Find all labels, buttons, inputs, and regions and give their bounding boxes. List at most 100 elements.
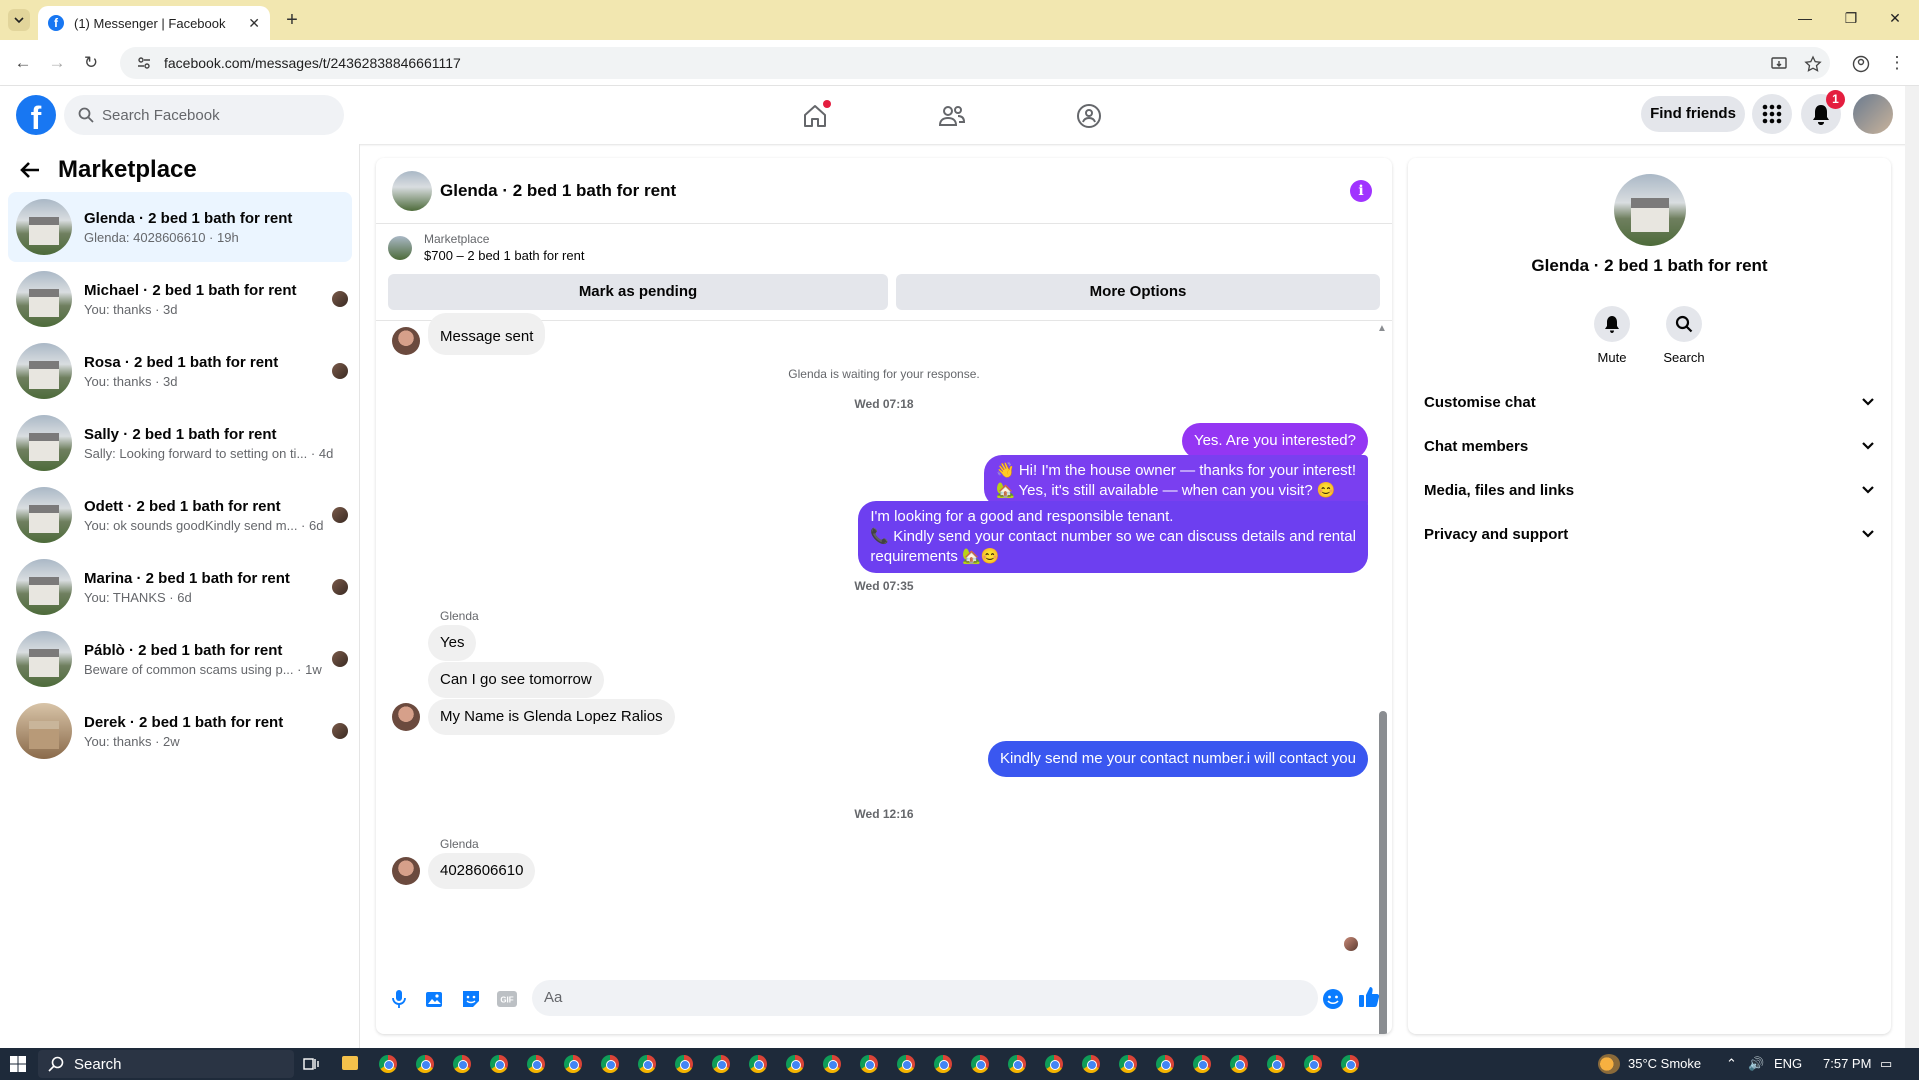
back-button[interactable]: ← <box>12 52 34 74</box>
chrome-icon[interactable] <box>897 1055 915 1073</box>
close-tab-icon[interactable]: ✕ <box>248 15 260 32</box>
new-tab-button[interactable]: + <box>281 9 303 31</box>
media-files-links-section[interactable]: Media, files and links <box>1424 468 1875 512</box>
sticker-icon[interactable] <box>460 988 482 1010</box>
account-avatar[interactable] <box>1853 94 1893 134</box>
conversation-item[interactable]: Odett · 2 bed 1 bath for rent You: ok sou… <box>8 480 352 550</box>
conversation-item[interactable]: Glenda · 2 bed 1 bath for rent Glenda: 40… <box>8 192 352 262</box>
browser-tab[interactable]: f (1) Messenger | Facebook ✕ <box>38 6 270 40</box>
chrome-icon[interactable] <box>601 1055 619 1073</box>
url-bar[interactable]: facebook.com/messages/t/2436283884666111… <box>120 47 1830 79</box>
find-friends-button[interactable]: Find friends <box>1641 96 1745 132</box>
menu-grid-button[interactable] <box>1752 94 1792 134</box>
weather-icon[interactable] <box>1598 1054 1620 1074</box>
taskbar-search[interactable]: Search <box>38 1050 294 1078</box>
scroll-up-arrow[interactable]: ▲ <box>1377 323 1387 334</box>
chrome-icon[interactable] <box>1304 1055 1322 1073</box>
chrome-icon[interactable] <box>860 1055 878 1073</box>
chrome-icon[interactable] <box>379 1055 397 1073</box>
tab-list-button[interactable] <box>8 9 30 31</box>
page-scrollbar[interactable] <box>1905 86 1919 1048</box>
minimize-button[interactable]: — <box>1790 10 1820 30</box>
conversation-item[interactable]: Michael · 2 bed 1 bath for rent You: than… <box>8 264 352 334</box>
tray-chevron-icon[interactable]: ⌃ <box>1726 1056 1737 1072</box>
conversation-item[interactable]: Derek · 2 bed 1 bath for rent You: thanks… <box>8 696 352 766</box>
chrome-icon[interactable] <box>1082 1055 1100 1073</box>
friends-nav-icon[interactable] <box>932 96 972 136</box>
glenda-avatar[interactable] <box>392 703 420 731</box>
windows-start-icon[interactable] <box>10 1056 26 1072</box>
chat-title[interactable]: Glenda · 2 bed 1 bath for rent <box>440 181 676 201</box>
chrome-icon[interactable] <box>1341 1055 1359 1073</box>
chrome-icon[interactable] <box>564 1055 582 1073</box>
facebook-logo-icon[interactable]: f <box>16 95 56 135</box>
chrome-icon[interactable] <box>416 1055 434 1073</box>
chrome-icon[interactable] <box>1045 1055 1063 1073</box>
task-view-icon[interactable] <box>303 1056 319 1072</box>
chrome-icon[interactable] <box>786 1055 804 1073</box>
glenda-avatar[interactable] <box>392 327 420 355</box>
home-nav-icon[interactable] <box>795 96 835 136</box>
site-info-icon[interactable] <box>136 55 152 71</box>
like-thumbs-up-icon[interactable] <box>1358 986 1380 1008</box>
gif-icon[interactable]: GIF <box>496 988 518 1010</box>
chrome-icon[interactable] <box>971 1055 989 1073</box>
emoji-icon[interactable] <box>1322 988 1344 1010</box>
chrome-icon[interactable] <box>1267 1055 1285 1073</box>
groups-nav-icon[interactable] <box>1069 96 1109 136</box>
back-arrow-icon[interactable] <box>20 161 40 179</box>
microphone-icon[interactable] <box>388 988 410 1010</box>
chrome-icon[interactable] <box>749 1055 767 1073</box>
bookmark-star-icon[interactable] <box>1804 55 1822 73</box>
chrome-icon[interactable] <box>490 1055 508 1073</box>
browser-menu-icon[interactable]: ⋮ <box>1886 52 1908 74</box>
conversation-name: Michael · 2 bed 1 bath for rent <box>84 281 297 299</box>
message-line: 🏡 Yes, it's still available — when can y… <box>995 482 1336 499</box>
facebook-search-input[interactable]: Search Facebook <box>64 95 344 135</box>
glenda-avatar[interactable] <box>392 857 420 885</box>
photo-icon[interactable] <box>424 988 446 1010</box>
profile-icon[interactable] <box>1852 55 1870 73</box>
conversation-item[interactable]: Sally · 2 bed 1 bath for rent Sally: Look… <box>8 408 352 478</box>
chrome-icon[interactable] <box>1156 1055 1174 1073</box>
chrome-icon[interactable] <box>638 1055 656 1073</box>
message-input[interactable]: Aa <box>532 980 1318 1016</box>
mark-as-pending-button[interactable]: Mark as pending <box>388 274 888 310</box>
chrome-icon[interactable] <box>934 1055 952 1073</box>
search-action[interactable]: Search <box>1654 306 1714 365</box>
clock[interactable]: 7:57 PM <box>1823 1056 1871 1071</box>
chrome-icon[interactable] <box>712 1055 730 1073</box>
speaker-icon[interactable]: 🔊 <box>1748 1056 1764 1072</box>
seen-avatar <box>332 579 348 595</box>
chrome-icon[interactable] <box>1230 1055 1248 1073</box>
chrome-icon[interactable] <box>453 1055 471 1073</box>
chrome-icon[interactable] <box>823 1055 841 1073</box>
chat-members-section[interactable]: Chat members <box>1424 424 1875 468</box>
reload-button[interactable]: ↻ <box>80 52 102 74</box>
marketplace-listing-info[interactable]: Marketplace $700 – 2 bed 1 bath for rent <box>388 232 584 263</box>
scroll-down-arrow[interactable]: ▼ <box>1377 947 1387 958</box>
notification-center-icon[interactable]: ▭ <box>1880 1056 1892 1072</box>
forward-button[interactable]: → <box>46 52 68 74</box>
conversation-item[interactable]: Marina · 2 bed 1 bath for rent You: THANK… <box>8 552 352 622</box>
more-options-button[interactable]: More Options <box>896 274 1380 310</box>
restore-button[interactable]: ❐ <box>1836 10 1866 30</box>
chrome-icon[interactable] <box>527 1055 545 1073</box>
install-app-icon[interactable] <box>1770 55 1788 73</box>
customise-chat-section[interactable]: Customise chat <box>1424 380 1875 424</box>
chrome-icon[interactable] <box>675 1055 693 1073</box>
chat-profile-avatar[interactable] <box>1614 174 1686 246</box>
chrome-icon[interactable] <box>1008 1055 1026 1073</box>
conversation-item[interactable]: Páblò · 2 bed 1 bath for rent Beware of c… <box>8 624 352 694</box>
chat-avatar[interactable] <box>392 170 432 211</box>
conversation-item[interactable]: Rosa · 2 bed 1 bath for rent You: thanks … <box>8 336 352 406</box>
chrome-icon[interactable] <box>1193 1055 1211 1073</box>
weather-text[interactable]: 35°C Smoke <box>1628 1056 1701 1071</box>
mute-action[interactable]: Mute <box>1582 306 1642 365</box>
chrome-icon[interactable] <box>1119 1055 1137 1073</box>
file-explorer-icon[interactable] <box>342 1056 358 1070</box>
close-window-button[interactable]: ✕ <box>1880 10 1910 30</box>
language-indicator[interactable]: ENG <box>1774 1056 1802 1071</box>
privacy-support-section[interactable]: Privacy and support <box>1424 512 1875 556</box>
info-icon[interactable]: i <box>1350 180 1372 202</box>
